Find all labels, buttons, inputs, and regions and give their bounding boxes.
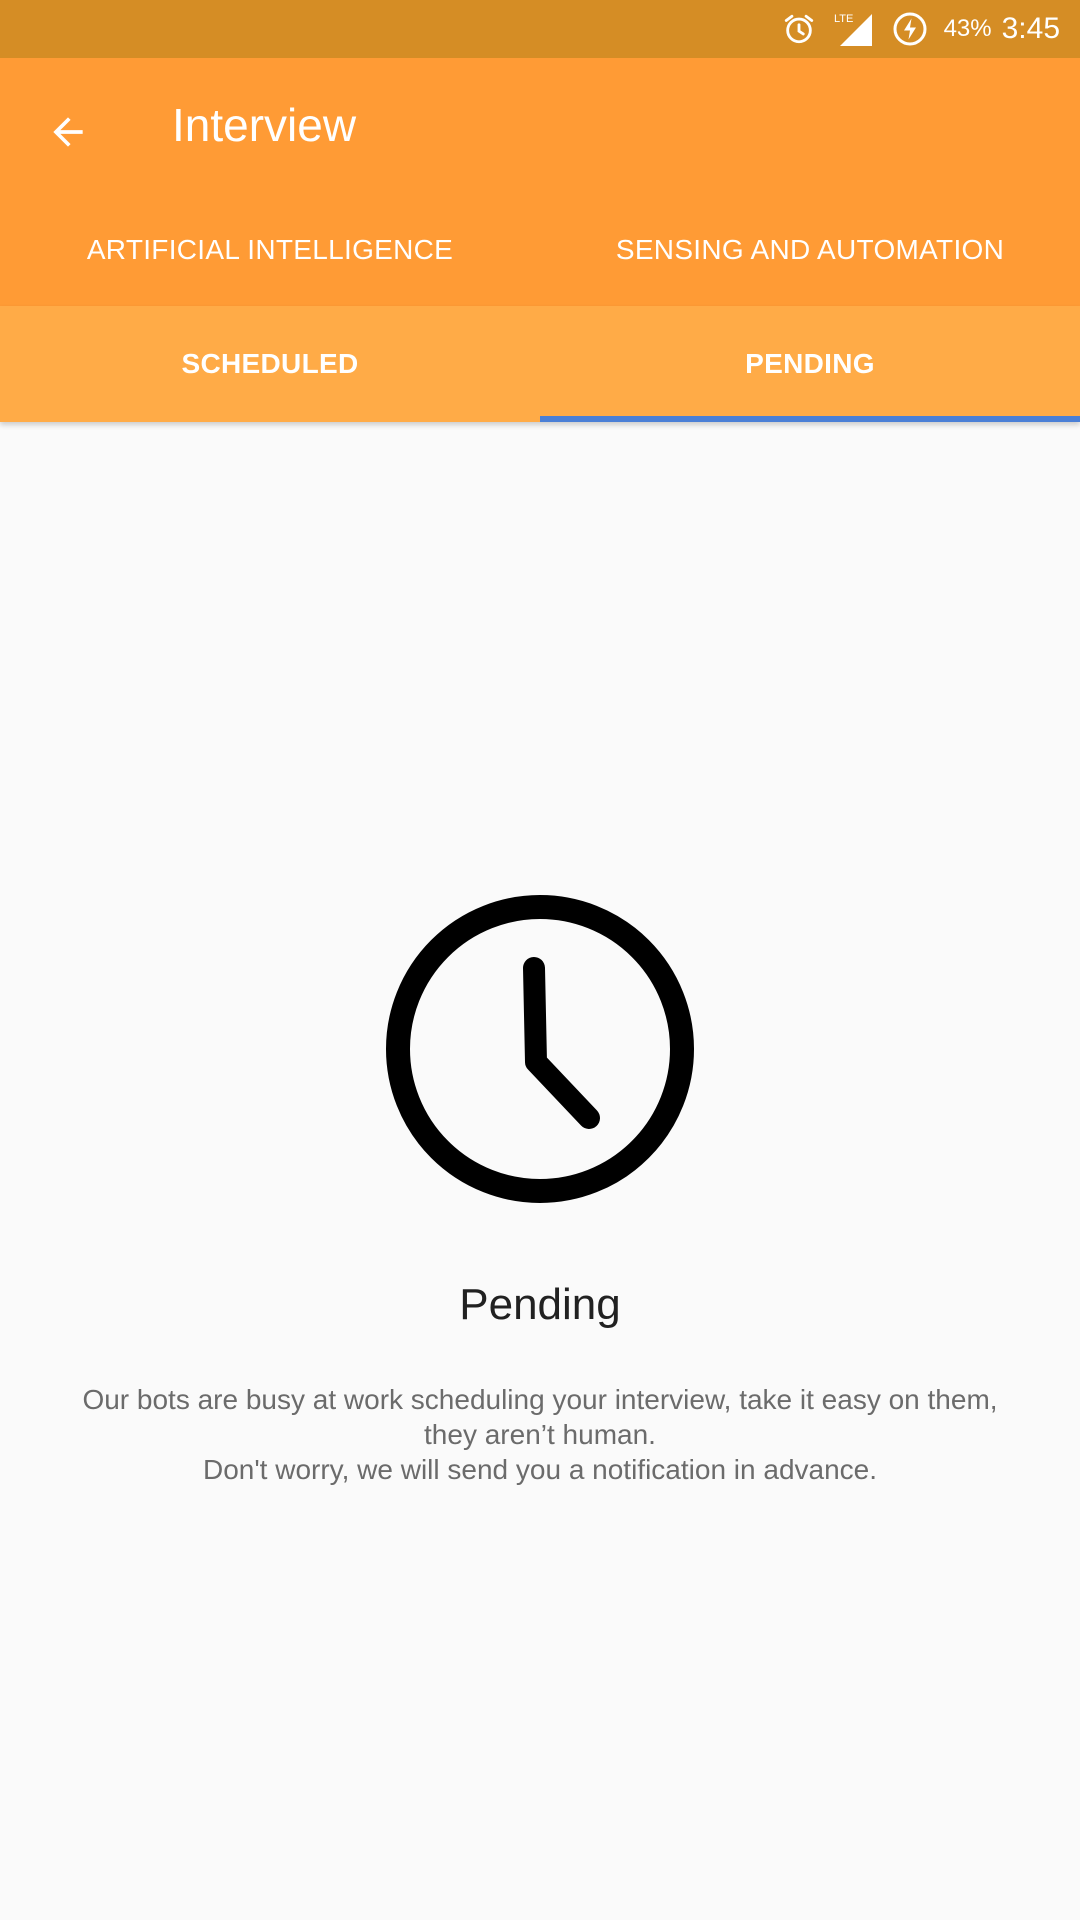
tab-artificial-intelligence[interactable]: ARTIFICIAL INTELLIGENCE: [0, 193, 540, 306]
battery-percent: 43%: [943, 15, 992, 42]
empty-state-message-line-1: Our bots are busy at work scheduling you…: [82, 1384, 998, 1415]
lte-signal-icon: LTE: [832, 10, 876, 48]
back-button[interactable]: [28, 92, 108, 172]
arrow-back-icon: [53, 117, 83, 147]
clock-icon: [386, 895, 694, 1203]
alarm-icon: [782, 12, 816, 46]
tab-pending[interactable]: PENDING: [540, 306, 1080, 422]
tab-sensing-and-automation[interactable]: SENSING AND AUTOMATION: [540, 193, 1080, 306]
tab-scheduled[interactable]: SCHEDULED: [0, 306, 540, 422]
empty-state-message: Our bots are busy at work scheduling you…: [60, 1382, 1020, 1487]
app-bar: Interview ARTIFICIAL INTELLIGENCE SENSIN…: [0, 58, 1080, 306]
empty-state-message-line-3: Don't worry, we will send you a notifica…: [202, 1454, 878, 1485]
tab-pending-label: PENDING: [745, 348, 875, 379]
battery-charging-icon: [892, 11, 928, 47]
empty-state-title: Pending: [459, 1280, 621, 1329]
top-tabs: ARTIFICIAL INTELLIGENCE SENSING AND AUTO…: [0, 193, 1080, 306]
status-time: 3:45: [1001, 12, 1060, 45]
page-title: Interview: [172, 99, 357, 151]
empty-state-message-line-2: they aren’t human.: [424, 1419, 656, 1450]
tab-scheduled-label: SCHEDULED: [181, 348, 359, 379]
toolbar: Interview: [0, 58, 1080, 193]
sub-tabs: SCHEDULED PENDING: [0, 306, 1080, 422]
network-label: LTE: [834, 13, 853, 25]
pending-empty-state: Pending Our bots are busy at work schedu…: [0, 422, 1080, 1920]
status-bar: LTE 43% 3:45: [0, 0, 1080, 58]
